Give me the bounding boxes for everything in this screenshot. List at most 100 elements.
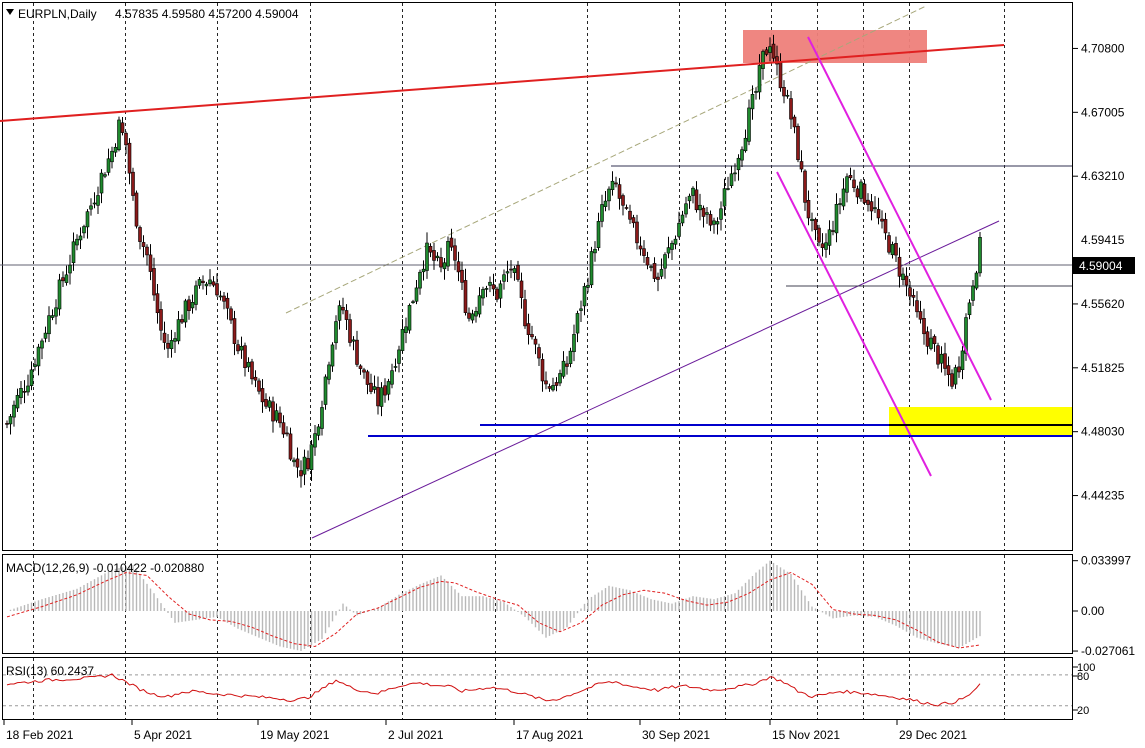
candle-body-down <box>617 184 622 199</box>
candle-body-up <box>600 204 604 222</box>
candle-body-down <box>362 369 366 373</box>
candle-body-down <box>817 227 821 243</box>
candle-body-up <box>845 176 849 193</box>
candle-body-down <box>831 230 835 232</box>
ohlc-values: 4.57835 4.59580 4.57200 4.59004 <box>115 7 299 21</box>
candle-body-up <box>960 350 965 371</box>
candle-body-up <box>929 337 933 349</box>
candle-body-down <box>439 257 443 268</box>
candle-body-up <box>733 172 737 175</box>
candle-body-up <box>481 289 485 299</box>
candle-body-up <box>785 94 790 97</box>
candle-body-up <box>425 242 429 271</box>
candle-body-down <box>145 246 149 256</box>
candle-body-down <box>936 345 940 365</box>
candle-body-up <box>190 302 195 309</box>
candle-body-up <box>400 329 405 351</box>
candle-body-up <box>684 203 688 215</box>
macd-tick-label: -0.027061 <box>1081 644 1135 658</box>
candle-body-down <box>652 263 657 279</box>
candle-body-down <box>344 310 349 320</box>
candle-body-down <box>236 344 240 352</box>
candle-body-up <box>978 237 982 274</box>
candle-body-up <box>68 264 72 274</box>
candle-body-up <box>390 370 394 385</box>
candle-body-down <box>883 219 888 234</box>
candle-body-up <box>404 326 408 333</box>
candle-body-down <box>911 295 916 298</box>
candle-body-up <box>117 119 121 151</box>
candle-body-down <box>467 312 471 319</box>
candle-body-down <box>120 122 125 133</box>
candle-body-down <box>215 283 219 296</box>
candle-body-up <box>19 388 23 398</box>
candle-body-up <box>218 295 223 298</box>
candle-body-down <box>771 43 776 59</box>
candle-body-down <box>460 269 464 283</box>
candle-body-down <box>701 207 706 217</box>
candle-body-down <box>866 199 870 205</box>
macd-label: MACD(12,26,9) -0.010422 -0.020880 <box>6 561 204 575</box>
macd-tick-label: 0.033997 <box>1081 554 1131 568</box>
price-tick-label-hidden: 4.59415 <box>1081 233 1125 247</box>
candle-body-up <box>29 369 34 386</box>
candle-body-up <box>579 308 583 311</box>
candle-body-down <box>222 295 226 302</box>
candle-body-down <box>631 217 636 224</box>
candle-body-down <box>138 227 142 242</box>
candle-body-down <box>166 342 170 349</box>
price-tick-label: 4.44235 <box>1081 489 1125 503</box>
candle-body-up <box>327 364 331 380</box>
candle-body-up <box>589 251 594 286</box>
candle-body-down <box>491 284 496 290</box>
candle-body-down <box>365 371 370 385</box>
candle-body-down <box>806 200 811 219</box>
candle-body-down <box>449 237 454 248</box>
candle-body-down <box>141 242 146 247</box>
candle-body-up <box>82 226 86 234</box>
candle-body-down <box>516 264 520 280</box>
candle-body-up <box>890 244 895 256</box>
candle-body-down <box>456 261 461 273</box>
time-tick-label: 5 Apr 2021 <box>134 728 192 742</box>
candle <box>117 116 121 152</box>
candle-body-down <box>152 268 156 296</box>
candle-body-up <box>582 286 587 307</box>
candle-body-up <box>691 187 695 196</box>
candle-body-up <box>50 315 55 318</box>
candle-body-up <box>687 195 692 202</box>
candle-body-up <box>169 340 174 349</box>
candle-body-up <box>743 137 748 152</box>
candle-body-up <box>754 91 758 93</box>
candle-body-down <box>922 318 926 335</box>
candle-body-down <box>799 161 804 170</box>
candle-body-down <box>348 319 352 343</box>
candle-body-down <box>813 219 818 231</box>
candle-body-down <box>918 311 923 320</box>
rsi-tick-label: 20 <box>1077 705 1089 717</box>
time-tick-label: 18 Feb 2021 <box>6 728 74 742</box>
candle-body-down <box>547 386 552 389</box>
candle-body-up <box>393 366 398 368</box>
candle-body-down <box>946 365 951 376</box>
support-zone <box>889 407 1072 437</box>
candle <box>407 303 412 334</box>
time-tick-label: 30 Sep 2021 <box>642 728 710 742</box>
candle-body-up <box>572 334 576 353</box>
candle-body-down <box>134 192 139 227</box>
candle-body-up <box>194 285 198 305</box>
candle-body-down <box>127 142 132 174</box>
candle-body-down <box>764 49 769 55</box>
candle <box>446 236 450 271</box>
candle-body-up <box>705 212 709 215</box>
candle-body-down <box>852 179 856 188</box>
time-tick-label: 17 Aug 2021 <box>516 728 584 742</box>
candle-body-down <box>656 276 660 280</box>
candle-body-up <box>414 287 419 302</box>
candle-body-up <box>15 395 20 409</box>
candle-body-up <box>323 376 328 405</box>
candle-body-up <box>719 208 723 220</box>
candle-body-down <box>894 243 898 256</box>
candle-body-down <box>635 221 639 244</box>
candle-body-down <box>554 382 559 386</box>
